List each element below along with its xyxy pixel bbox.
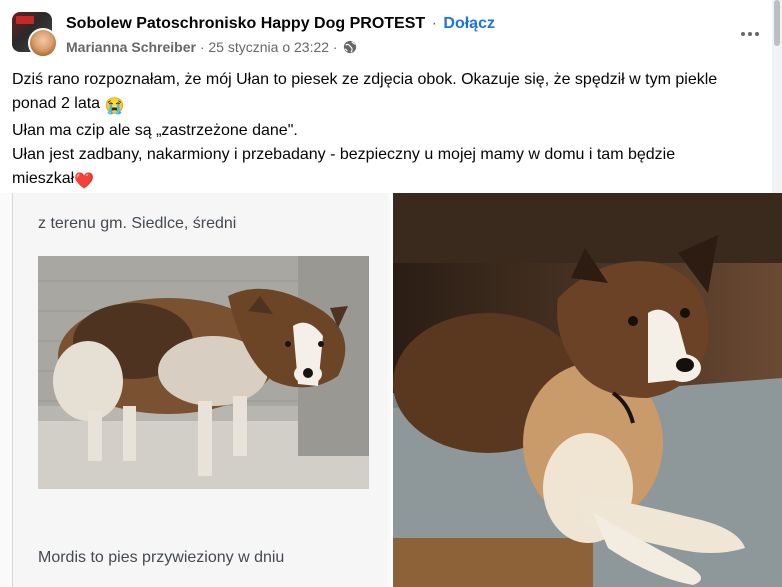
post-line: Ułan ma czip ale są „zastrzeżone dane". (12, 122, 298, 139)
join-button[interactable]: Dołącz (443, 15, 495, 32)
crying-face-emoji: 😭 (104, 98, 125, 115)
post-header: Sobolew Patoschronisko Happy Dog PROTEST… (0, 0, 782, 64)
photo-left-screenshot[interactable]: z terenu gm. Siedlce, średni Mordis to p… (0, 193, 391, 587)
post-line: ponad 2 lata 😭 (12, 92, 770, 119)
photo-grid: z terenu gm. Siedlce, średni Mordis to p… (0, 193, 782, 587)
separator: · (431, 15, 437, 32)
listing-caption-top: z terenu gm. Siedlce, średni (38, 215, 237, 232)
author-name-link[interactable]: Marianna Schreiber (66, 39, 196, 55)
meta-separator: · (199, 39, 205, 55)
listing-caption-bottom: Mordis to pies przywieziony w dniu (38, 549, 285, 566)
shelter-dog-photo (38, 256, 369, 489)
post-line-text: mieszkał (12, 170, 75, 187)
more-dot (748, 32, 752, 36)
group-name-link[interactable]: Sobolew Patoschronisko Happy Dog PROTEST (66, 15, 425, 32)
post-line: Ułan jest zadbany, nakarmiony i przebada… (12, 146, 676, 163)
author-avatar[interactable] (28, 28, 58, 58)
post-line-text: ponad 2 lata (12, 95, 101, 112)
post-body: Dziś rano rozpoznałam, że mój Ułan to pi… (12, 68, 770, 194)
stop-sign-icon (16, 16, 34, 24)
scrollbar-thumb[interactable] (774, 0, 780, 46)
more-dot (755, 32, 759, 36)
home-dog-photo[interactable] (393, 193, 782, 587)
post-line: Dziś rano rozpoznałam, że mój Ułan to pi… (12, 71, 718, 88)
meta-separator: · (332, 39, 338, 55)
post-line: mieszkał❤️ (12, 167, 770, 194)
more-options-button[interactable] (732, 18, 768, 48)
globe-icon[interactable] (343, 40, 357, 54)
post-timestamp-link[interactable]: 25 stycznia o 23:22 (208, 39, 329, 55)
post-meta: Marianna Schreiber · 25 stycznia o 23:22… (66, 39, 357, 55)
more-options-icon (741, 32, 745, 36)
group-title-line: Sobolew Patoschronisko Happy Dog PROTEST… (66, 15, 495, 33)
red-heart-emoji: ❤️ (74, 173, 95, 190)
